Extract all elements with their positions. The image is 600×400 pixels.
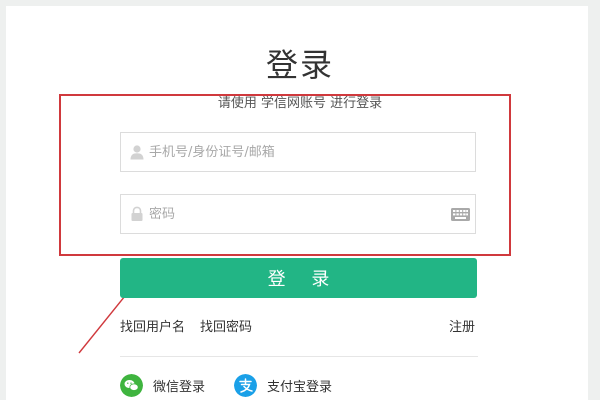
wechat-login-button[interactable]: 微信登录	[120, 373, 205, 397]
find-password-link[interactable]: 找回密码	[200, 316, 252, 335]
register-link[interactable]: 注册	[449, 316, 475, 335]
page: 登录 请使用 学信网账号 进行登录 手机号/身份证号/邮箱 登 录 找回用户名 …	[0, 0, 600, 400]
wechat-login-label: 微信登录	[153, 379, 206, 395]
page-title: 登录	[265, 46, 334, 84]
keyboard-icon[interactable]	[451, 208, 470, 221]
login-button[interactable]: 登 录	[120, 258, 477, 298]
alipay-icon	[234, 373, 257, 397]
find-username-link[interactable]: 找回用户名	[120, 316, 185, 335]
password-input[interactable]	[149, 195, 449, 233]
username-field[interactable]	[120, 132, 476, 172]
username-input[interactable]	[149, 133, 449, 171]
login-subtitle: 请使用 学信网账号 进行登录	[217, 96, 383, 111]
alipay-login-label: 支付宝登录	[267, 379, 333, 395]
user-icon	[130, 145, 144, 160]
divider	[120, 356, 478, 357]
wechat-icon	[120, 373, 143, 397]
password-field[interactable]	[120, 194, 476, 234]
alipay-login-button[interactable]: 支付宝登录	[234, 373, 332, 397]
lock-icon	[131, 206, 143, 221]
